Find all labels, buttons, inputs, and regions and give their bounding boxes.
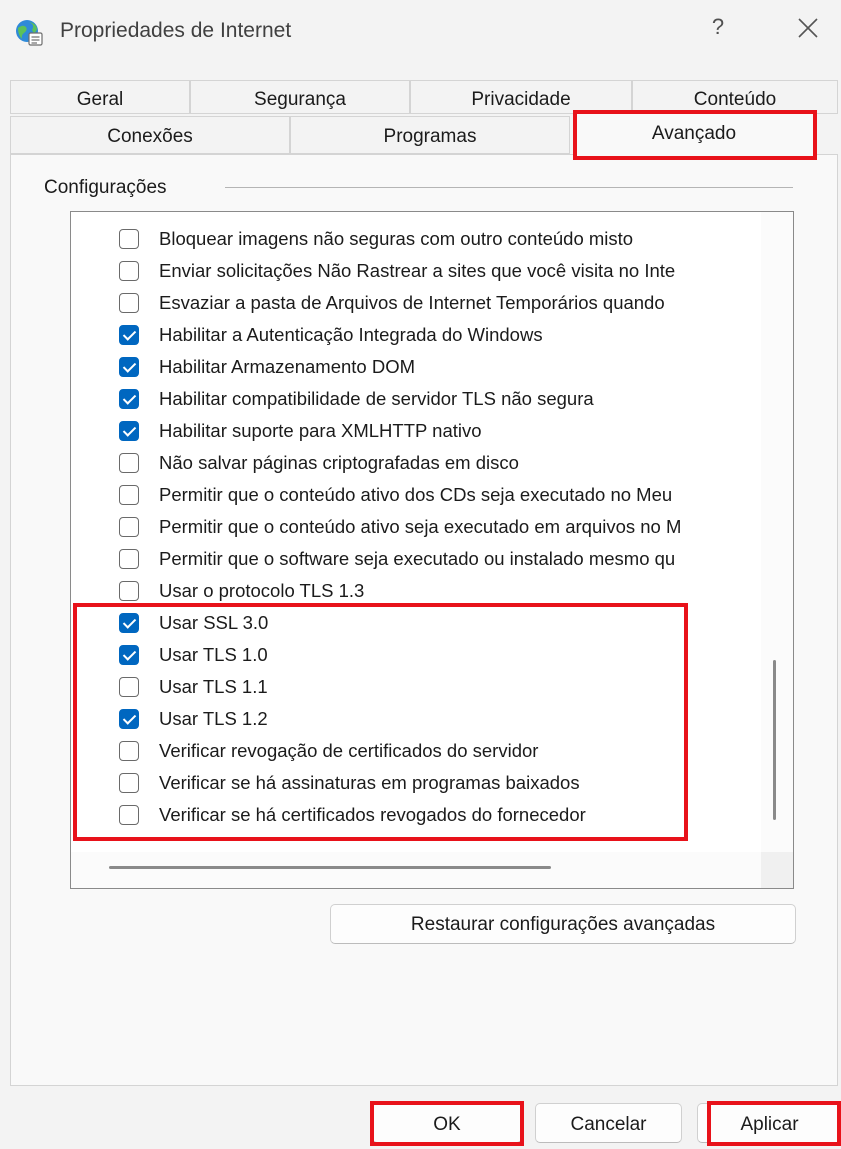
horizontal-scroll-thumb[interactable] (109, 866, 551, 869)
tab-seguranca[interactable]: Segurança (190, 80, 410, 114)
setting-item[interactable]: Habilitar Armazenamento DOM (119, 354, 761, 382)
restore-advanced-settings-button[interactable]: Restaurar configurações avançadas (330, 904, 796, 944)
setting-label: Bloquear imagens não seguras com outro c… (159, 228, 634, 249)
checkbox-checked[interactable] (119, 613, 139, 633)
tab-avancado[interactable]: Avançado (574, 110, 814, 156)
help-button[interactable]: ? (700, 14, 736, 40)
setting-label: Usar SSL 3.0 (159, 612, 269, 633)
setting-label: Permitir que o conteúdo ativo dos CDs se… (159, 484, 673, 505)
setting-item[interactable]: Usar o protocolo TLS 1.3 (119, 578, 761, 606)
checkbox-unchecked[interactable] (119, 549, 139, 569)
tab-geral[interactable]: Geral (10, 80, 190, 114)
checkbox-unchecked[interactable] (119, 805, 139, 825)
checkbox-unchecked[interactable] (119, 581, 139, 601)
checkbox-checked[interactable] (119, 357, 139, 377)
setting-label: Habilitar Armazenamento DOM (159, 356, 416, 377)
vertical-scrollbar[interactable] (761, 212, 793, 852)
settings-list-items: Bloquear imagens não seguras com outro c… (71, 212, 761, 852)
tab-programas[interactable]: Programas (290, 116, 570, 154)
close-icon (798, 18, 818, 38)
settings-group-label: Configurações (44, 177, 167, 198)
setting-item[interactable]: Usar SSL 3.0 (119, 610, 761, 638)
checkbox-checked[interactable] (119, 389, 139, 409)
tab-conteudo[interactable]: Conteúdo (632, 80, 838, 114)
tab-conexoes[interactable]: Conexões (10, 116, 290, 154)
setting-label: Usar o protocolo TLS 1.3 (159, 580, 365, 601)
setting-item[interactable]: Habilitar suporte para XMLHTTP nativo (119, 418, 761, 446)
setting-item[interactable]: Esvaziar a pasta de Arquivos de Internet… (119, 290, 761, 318)
setting-item[interactable]: Permitir que o conteúdo ativo dos CDs se… (119, 482, 761, 510)
vertical-scroll-thumb[interactable] (773, 660, 776, 820)
horizontal-scrollbar[interactable] (71, 852, 761, 888)
setting-label: Habilitar compatibilidade de servidor TL… (159, 388, 594, 409)
setting-item[interactable]: Usar TLS 1.0 (119, 642, 761, 670)
setting-label: Habilitar a Autenticação Integrada do Wi… (159, 324, 543, 345)
checkbox-unchecked[interactable] (119, 453, 139, 473)
setting-label: Usar TLS 1.0 (159, 644, 268, 665)
setting-item[interactable]: Permitir que o conteúdo ativo seja execu… (119, 514, 761, 542)
scrollbar-corner (761, 852, 793, 888)
title-bar: Propriedades de Internet ? (0, 0, 841, 64)
setting-item[interactable]: Usar TLS 1.2 (119, 706, 761, 734)
checkbox-unchecked[interactable] (119, 261, 139, 281)
setting-label: Usar TLS 1.2 (159, 708, 268, 729)
setting-label: Não salvar páginas criptografadas em dis… (159, 452, 519, 473)
checkbox-unchecked[interactable] (119, 773, 139, 793)
checkbox-unchecked[interactable] (119, 741, 139, 761)
setting-label: Esvaziar a pasta de Arquivos de Internet… (159, 292, 665, 313)
checkbox-checked[interactable] (119, 421, 139, 441)
checkbox-checked[interactable] (119, 325, 139, 345)
ok-button[interactable]: OK (372, 1103, 522, 1143)
setting-item[interactable]: Habilitar compatibilidade de servidor TL… (119, 386, 761, 414)
checkbox-unchecked[interactable] (119, 677, 139, 697)
setting-label: Permitir que o conteúdo ativo seja execu… (159, 516, 682, 537)
setting-label: Usar TLS 1.1 (159, 676, 268, 697)
checkbox-checked[interactable] (119, 645, 139, 665)
internet-properties-icon (16, 20, 43, 46)
apply-button[interactable]: Aplicar (697, 1103, 841, 1143)
cancel-button[interactable]: Cancelar (535, 1103, 682, 1143)
setting-item[interactable]: Verificar se há assinaturas em programas… (119, 770, 761, 798)
checkbox-unchecked[interactable] (119, 293, 139, 313)
setting-item[interactable]: Permitir que o software seja executado o… (119, 546, 761, 574)
settings-list[interactable]: Bloquear imagens não seguras com outro c… (70, 211, 794, 889)
setting-label: Verificar se há certificados revogados d… (159, 804, 586, 825)
setting-label: Permitir que o software seja executado o… (159, 548, 676, 569)
close-button[interactable] (788, 10, 828, 48)
setting-item[interactable]: Habilitar a Autenticação Integrada do Wi… (119, 322, 761, 350)
setting-item[interactable]: Bloquear imagens não seguras com outro c… (119, 226, 761, 254)
setting-item[interactable]: Verificar revogação de certificados do s… (119, 738, 761, 766)
setting-label: Verificar revogação de certificados do s… (159, 740, 539, 761)
setting-item[interactable]: Usar TLS 1.1 (119, 674, 761, 702)
setting-item[interactable]: Não salvar páginas criptografadas em dis… (119, 450, 761, 478)
checkbox-unchecked[interactable] (119, 517, 139, 537)
group-divider (225, 187, 793, 188)
setting-label: Enviar solicitações Não Rastrear a sites… (159, 260, 676, 281)
setting-item[interactable]: Enviar solicitações Não Rastrear a sites… (119, 258, 761, 286)
tab-privacidade[interactable]: Privacidade (410, 80, 632, 114)
setting-label: Habilitar suporte para XMLHTTP nativo (159, 420, 482, 441)
setting-label: Verificar se há assinaturas em programas… (159, 772, 580, 793)
checkbox-checked[interactable] (119, 709, 139, 729)
checkbox-unchecked[interactable] (119, 485, 139, 505)
setting-item[interactable]: Verificar se há certificados revogados d… (119, 802, 761, 830)
checkbox-unchecked[interactable] (119, 229, 139, 249)
window-title: Propriedades de Internet (60, 19, 292, 42)
